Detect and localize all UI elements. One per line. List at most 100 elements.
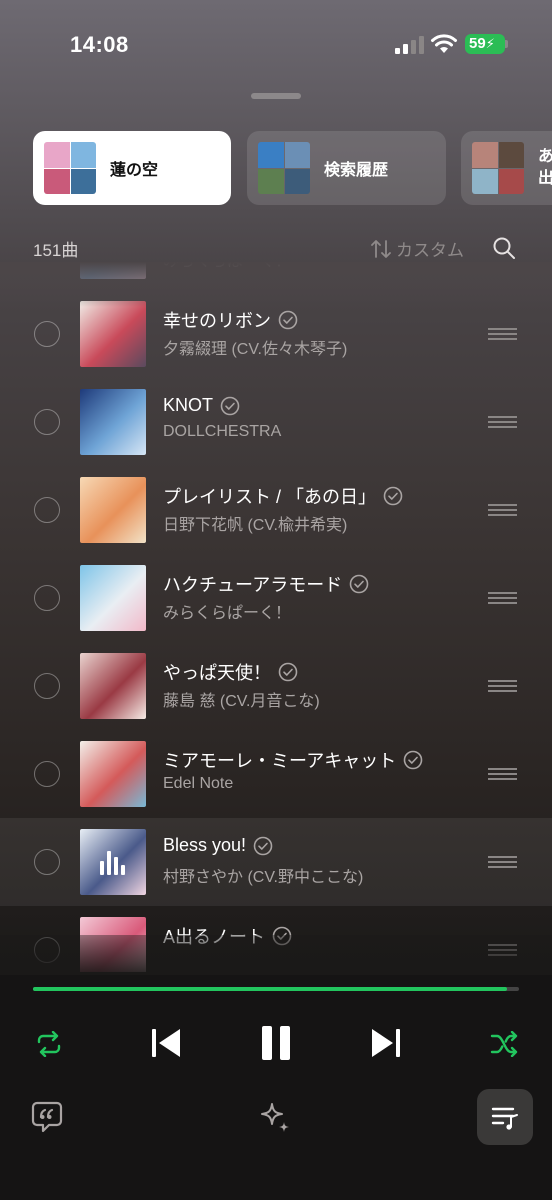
track-row[interactable]: プレイリスト / 「あの日」 日野下花帆 (CV.楡井希実) [0, 466, 552, 554]
artwork-tile [44, 142, 70, 168]
shuffle-icon[interactable] [490, 1031, 518, 1057]
drag-handle-line [488, 680, 517, 682]
select-radio[interactable] [34, 321, 60, 347]
collection-label: 検索履歴 [324, 162, 389, 179]
track-title-text: ハクチューアラモード [163, 575, 343, 595]
drag-handle-icon[interactable] [488, 680, 517, 692]
sort-icon [371, 239, 391, 258]
pause-icon[interactable] [259, 1025, 293, 1061]
list-fade-bottom [0, 935, 552, 975]
track-artist: みらくらぱーく！ [163, 605, 292, 622]
track-title-text: Bless you! [163, 835, 247, 855]
artwork-tile [44, 168, 70, 194]
next-icon[interactable] [370, 1027, 402, 1059]
track-list: みらくらぱーく！ 幸せのリボン夕霧綴理 (CV.佐々木琴子) KNOT DOLLCHE… [0, 262, 552, 972]
artwork-tile [498, 142, 524, 168]
lyrics-icon[interactable] [31, 1100, 63, 1134]
status-time: 14:08 [70, 32, 129, 57]
track-row[interactable]: ミアモーレ・ミーアキャット Edel Note [0, 730, 552, 818]
track-artist: 日野下花帆 (CV.楡井希実) [163, 517, 348, 534]
track-artwork [80, 477, 146, 543]
artwork-tile [258, 142, 284, 168]
artwork-tile [472, 142, 498, 168]
charging-bolt-icon: ⚡ [485, 36, 495, 51]
drag-handle-line [488, 597, 517, 599]
repeat-icon[interactable] [35, 1031, 63, 1057]
equalizer-bar [107, 851, 111, 875]
drag-handle-line [488, 328, 517, 330]
artwork-tile [70, 168, 96, 194]
select-radio[interactable] [34, 673, 60, 699]
drag-handle-icon[interactable] [488, 328, 517, 340]
progress-fill [33, 987, 507, 991]
artwork-tile [70, 142, 96, 168]
track-title: KNOT [163, 395, 240, 416]
track-title: ミアモーレ・ミーアキャット [163, 747, 423, 773]
track-row[interactable]: KNOT DOLLCHESTRA [0, 378, 552, 466]
queue-icon [491, 1107, 518, 1130]
sparkle-icon[interactable] [259, 1101, 293, 1135]
drag-handle-line [488, 773, 517, 775]
drag-handle-line [488, 861, 517, 863]
drag-handle-icon[interactable] [488, 592, 517, 604]
drag-handle-line [488, 602, 517, 604]
sort-label: カスタム [396, 241, 464, 260]
artwork-tile [284, 168, 310, 194]
equalizer-bar [114, 857, 118, 875]
sheet-grabber[interactable] [251, 93, 301, 99]
drag-handle-icon[interactable] [488, 856, 517, 868]
track-title-text: やっぱ天使！ [163, 663, 271, 683]
track-artist: 村野さやか (CV.野中ここな) [163, 869, 364, 886]
battery-cap [505, 40, 508, 48]
drag-handle-line [488, 768, 517, 770]
progress-bar[interactable] [33, 987, 519, 991]
collection-chip[interactable]: あ 出 [461, 131, 552, 205]
track-title: 幸せのリボン [163, 307, 298, 333]
track-row[interactable]: やっぱ天使！ 藤島 慈 (CV.月音こな) [0, 642, 552, 730]
drag-handle-icon[interactable] [488, 768, 517, 780]
drag-handle-line [488, 514, 517, 516]
collection-artwork [44, 142, 96, 194]
downloaded-check-icon [220, 396, 240, 415]
drag-handle-line [488, 333, 517, 335]
equalizer-bar [121, 865, 125, 875]
downloaded-check-icon [278, 310, 298, 330]
drag-handle-icon[interactable] [488, 504, 517, 516]
artwork-tile [472, 168, 498, 194]
track-artwork [80, 653, 146, 719]
collection-chip[interactable]: 検索履歴 [247, 131, 446, 205]
cellular-signal-icon [395, 36, 424, 54]
artwork-tile [284, 142, 310, 168]
track-artwork [80, 389, 146, 455]
drag-handle-line [488, 690, 517, 692]
track-row[interactable]: Bless you! 村野さやか (CV.野中ここな) [0, 818, 552, 906]
select-radio[interactable] [34, 409, 60, 435]
collection-chip[interactable]: 蓮の空 [33, 131, 231, 205]
select-radio[interactable] [34, 849, 60, 875]
downloaded-check-icon [253, 836, 273, 855]
status-bar: 14:08 59⚡ [0, 0, 552, 90]
sort-button[interactable]: カスタム [370, 236, 464, 261]
artwork-tile [258, 168, 284, 194]
track-title: やっぱ天使！ [163, 659, 298, 685]
track-row[interactable]: ハクチューアラモード みらくらぱーく！ [0, 554, 552, 642]
drag-handle-line [488, 416, 517, 418]
select-radio[interactable] [34, 585, 60, 611]
drag-handle-line [488, 856, 517, 858]
search-icon[interactable] [492, 236, 516, 260]
previous-icon[interactable] [150, 1027, 182, 1059]
queue-button[interactable] [477, 1089, 533, 1145]
downloaded-check-icon [383, 486, 403, 506]
track-title-text: ミアモーレ・ミーアキャット [163, 751, 397, 771]
drag-handle-line [488, 685, 517, 687]
equalizer-bar [100, 861, 104, 875]
select-radio[interactable] [34, 761, 60, 787]
drag-handle-icon[interactable] [488, 416, 517, 428]
track-artist: Edel Note [163, 775, 234, 792]
select-radio[interactable] [34, 497, 60, 523]
battery-level: 59 [469, 35, 486, 52]
downloaded-check-icon [278, 662, 298, 682]
drag-handle-line [488, 504, 517, 506]
track-artwork [80, 301, 146, 367]
collection-label: 蓮の空 [110, 162, 159, 179]
